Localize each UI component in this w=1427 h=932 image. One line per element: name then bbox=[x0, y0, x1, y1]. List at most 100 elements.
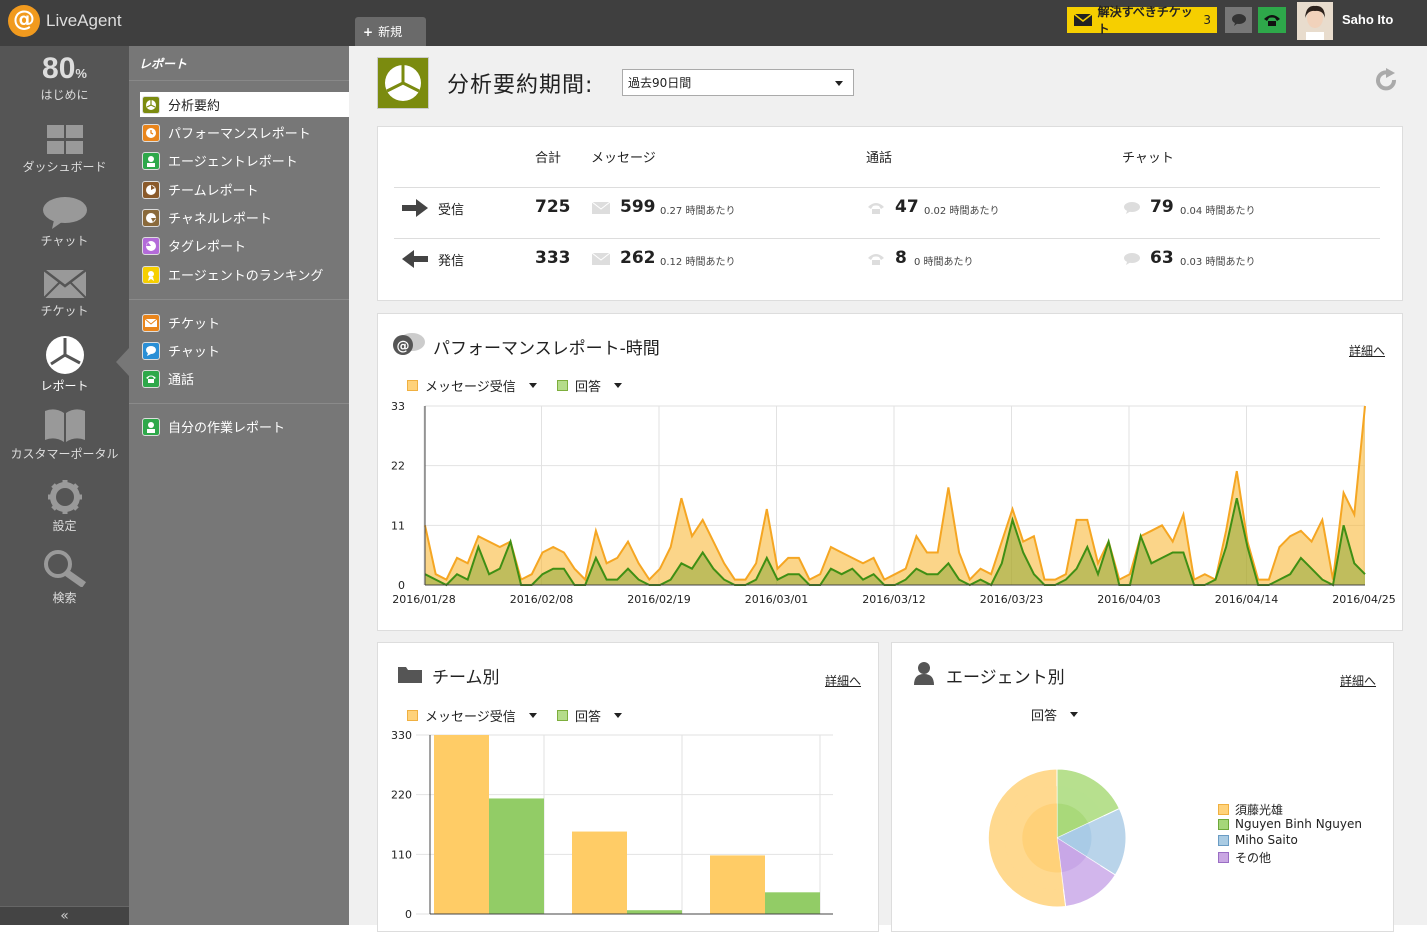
subnav-channel-report[interactable]: チャネルレポート bbox=[140, 205, 349, 230]
legend-answered[interactable]: 回答 bbox=[557, 376, 623, 395]
x-tick-label: 2016/03/01 bbox=[745, 593, 808, 606]
agent-metric-select[interactable]: 回答 bbox=[1031, 705, 1079, 724]
agent-pie-chart bbox=[987, 768, 1127, 908]
user-name[interactable]: Saho Ito bbox=[1342, 12, 1393, 27]
legend-label: 須藤光雄 bbox=[1235, 803, 1284, 817]
row-divider bbox=[394, 187, 1380, 188]
row-divider bbox=[394, 238, 1380, 239]
pie-legend-item[interactable]: 須藤光雄 bbox=[1218, 801, 1283, 818]
y-tick-label: 33 bbox=[391, 400, 405, 413]
agent-report-icon bbox=[142, 417, 160, 436]
period-value: 過去90日間 bbox=[628, 76, 692, 90]
outgoing-messages: 262 bbox=[620, 248, 656, 268]
nav-search[interactable]: 検索 bbox=[0, 549, 129, 606]
nav-label: レポート bbox=[40, 379, 89, 393]
new-tab-button[interactable]: + 新規 bbox=[355, 17, 426, 46]
report-subnav: レポート 分析要約 パフォーマンスレポート エージェントレポート チームレポート… bbox=[129, 46, 349, 925]
nav-dashboard[interactable]: ダッシュボード bbox=[0, 124, 129, 175]
liveagent-logo[interactable]: @ LiveAgent bbox=[8, 5, 122, 37]
subnav-my-work-report[interactable]: 自分の作業レポート bbox=[140, 414, 349, 439]
legend-received[interactable]: メッセージ受信 bbox=[407, 376, 537, 395]
chat-status-button[interactable] bbox=[1225, 7, 1252, 33]
outgoing-chat-rate: 0.03 時間あたり bbox=[1180, 257, 1256, 268]
nav-customer-portal[interactable]: カスタマーポータル bbox=[0, 407, 129, 462]
nav-getting-started[interactable]: 80% はじめに bbox=[0, 52, 129, 103]
chevron-down-icon bbox=[528, 383, 537, 388]
legend-label: 回答 bbox=[575, 710, 602, 725]
nav-reports[interactable]: レポート bbox=[0, 335, 129, 394]
team-title: チーム別 bbox=[432, 668, 500, 688]
subnav-team-report[interactable]: チームレポート bbox=[140, 177, 349, 202]
outgoing-messages-rate: 0.12 時間あたり bbox=[660, 257, 736, 268]
y-tick-label: 0 bbox=[398, 579, 405, 592]
subnav-tickets[interactable]: チケット bbox=[140, 310, 349, 335]
subnav-agent-ranking[interactable]: エージェントのランキング bbox=[140, 262, 349, 287]
subnav-calls[interactable]: 通話 bbox=[140, 366, 349, 391]
phone-status-button[interactable] bbox=[1258, 7, 1286, 33]
phone-icon bbox=[868, 203, 884, 214]
incoming-total: 725 bbox=[535, 197, 571, 217]
x-tick-label: 2016/04/25 bbox=[1332, 593, 1395, 606]
legend-answered[interactable]: 回答 bbox=[557, 706, 623, 725]
subnav-label: エージェントのランキング bbox=[168, 269, 324, 284]
nav-label: 検索 bbox=[52, 591, 77, 605]
subnav-chat[interactable]: チャット bbox=[140, 338, 349, 363]
period-select[interactable]: 過去90日間 bbox=[622, 69, 854, 96]
dashboard-icon bbox=[46, 125, 83, 154]
agent-detail-link[interactable]: 詳細へ bbox=[1340, 672, 1376, 689]
phone-icon bbox=[1264, 15, 1280, 26]
outgoing-calls-rate: 0 時間あたり bbox=[914, 257, 974, 268]
performance-detail-link[interactable]: 詳細へ bbox=[1349, 342, 1385, 359]
pie-legend-item[interactable]: Nguyen Binh Nguyen bbox=[1218, 817, 1362, 831]
incoming-chat-rate: 0.04 時間あたり bbox=[1180, 206, 1256, 217]
pie-legend-item[interactable]: Miho Saito bbox=[1218, 833, 1298, 847]
channel-report-icon bbox=[142, 208, 160, 227]
legend-label: Miho Saito bbox=[1235, 833, 1298, 847]
legend-received[interactable]: メッセージ受信 bbox=[407, 706, 537, 725]
outgoing-chat: 63 bbox=[1150, 248, 1174, 268]
clock-report-icon bbox=[142, 123, 160, 142]
incoming-messages: 599 bbox=[620, 197, 656, 217]
subnav-label: チケット bbox=[168, 317, 221, 332]
chevron-down-icon bbox=[1070, 712, 1079, 717]
col-calls: 通話 bbox=[866, 151, 893, 166]
pending-tickets-count: 3 bbox=[1203, 13, 1211, 27]
nav-label: 設定 bbox=[52, 519, 77, 533]
subnav-analytics-summary[interactable]: 分析要約 bbox=[140, 92, 349, 117]
x-tick-label: 2016/02/08 bbox=[510, 593, 573, 606]
plus-icon: + bbox=[363, 24, 374, 39]
nav-label: カスタマーポータル bbox=[10, 447, 119, 461]
nav-chat[interactable]: チャット bbox=[0, 196, 129, 249]
pie-legend-item[interactable]: その他 bbox=[1218, 849, 1271, 866]
legend-swatch bbox=[407, 710, 418, 721]
x-tick-label: 2016/02/19 bbox=[627, 593, 690, 606]
bar bbox=[572, 831, 627, 914]
legend-label: メッセージ受信 bbox=[425, 380, 516, 395]
subnav-agent-report[interactable]: エージェントレポート bbox=[140, 148, 349, 173]
chevron-down-icon bbox=[835, 81, 843, 86]
ranking-icon bbox=[142, 265, 160, 284]
team-detail-link[interactable]: 詳細へ bbox=[825, 672, 861, 689]
legend-label: Nguyen Binh Nguyen bbox=[1235, 817, 1362, 831]
chevron-down-icon bbox=[528, 713, 537, 718]
subnav-performance-report[interactable]: パフォーマンスレポート bbox=[140, 120, 349, 145]
nav-label: はじめに bbox=[40, 88, 89, 102]
collapse-nav-button[interactable]: « bbox=[0, 906, 129, 925]
nav-settings[interactable]: 設定 bbox=[0, 479, 129, 534]
subnav-label: チャット bbox=[168, 345, 220, 360]
incoming-calls-rate: 0.02 時間あたり bbox=[924, 206, 1000, 217]
subnav-label: チームレポート bbox=[168, 184, 259, 199]
agent-title: エージェント別 bbox=[946, 668, 1065, 688]
chevron-down-icon bbox=[614, 713, 623, 718]
x-tick-label: 2016/04/14 bbox=[1215, 593, 1278, 606]
onboarding-progress: 80% bbox=[42, 52, 87, 85]
envelope-icon bbox=[142, 313, 160, 332]
refresh-icon[interactable] bbox=[1373, 67, 1399, 93]
nav-label: ダッシュボード bbox=[22, 160, 107, 174]
nav-tickets[interactable]: チケット bbox=[0, 268, 129, 319]
chat-icon bbox=[42, 197, 87, 229]
svg-text:@: @ bbox=[397, 339, 410, 354]
subnav-tag-report[interactable]: タグレポート bbox=[140, 233, 349, 258]
user-avatar[interactable] bbox=[1297, 2, 1333, 40]
pending-tickets-button[interactable]: 解決すべきチケット 3 bbox=[1067, 5, 1217, 36]
